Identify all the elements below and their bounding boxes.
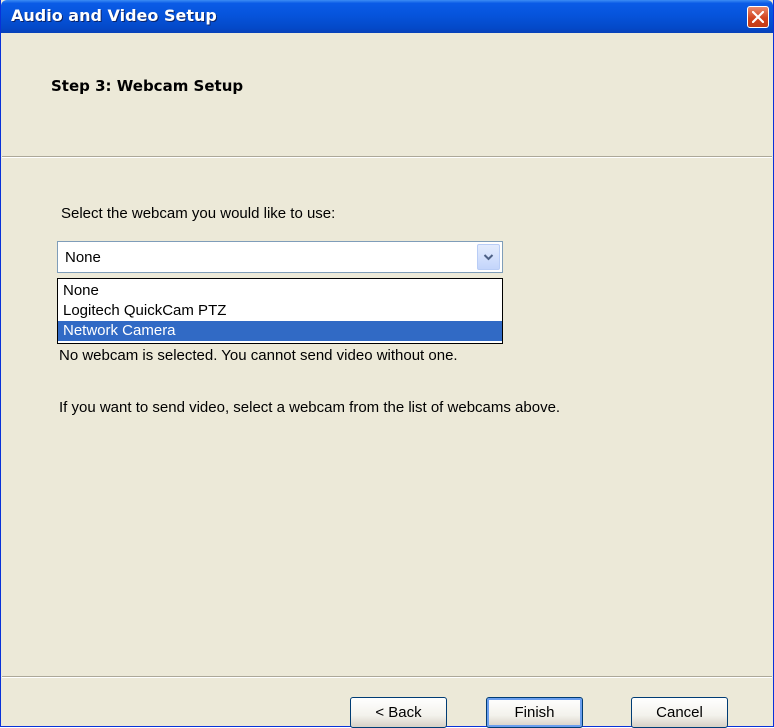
webcam-select-value: None	[65, 249, 101, 266]
webcam-select[interactable]: None	[57, 241, 503, 273]
chevron-down-icon	[483, 254, 494, 261]
title-bar[interactable]: Audio and Video Setup	[1, 0, 773, 33]
finish-button[interactable]: Finish	[486, 697, 583, 728]
status-message: No webcam is selected. You cannot send v…	[59, 347, 458, 364]
hint-message: If you want to send video, select a webc…	[59, 399, 561, 416]
webcam-dropdown-list: None Logitech QuickCam PTZ Network Camer…	[57, 278, 503, 344]
cancel-button[interactable]: Cancel	[631, 697, 728, 728]
back-button[interactable]: < Back	[350, 697, 447, 728]
close-icon	[752, 11, 764, 23]
footer-divider-highlight	[2, 677, 772, 678]
audio-video-setup-dialog: Audio and Video Setup Step 3: Webcam Set…	[0, 0, 774, 728]
dropdown-option-network-camera[interactable]: Network Camera	[58, 321, 502, 341]
step-title: Step 3: Webcam Setup	[51, 77, 244, 95]
dropdown-button[interactable]	[477, 244, 500, 270]
header-panel: Step 3: Webcam Setup	[2, 33, 772, 158]
dropdown-option-none[interactable]: None	[58, 281, 502, 301]
close-button[interactable]	[747, 6, 769, 28]
dropdown-option-logitech[interactable]: Logitech QuickCam PTZ	[58, 301, 502, 321]
webcam-prompt: Select the webcam you would like to use:	[61, 205, 336, 222]
window-title: Audio and Video Setup	[11, 6, 217, 25]
